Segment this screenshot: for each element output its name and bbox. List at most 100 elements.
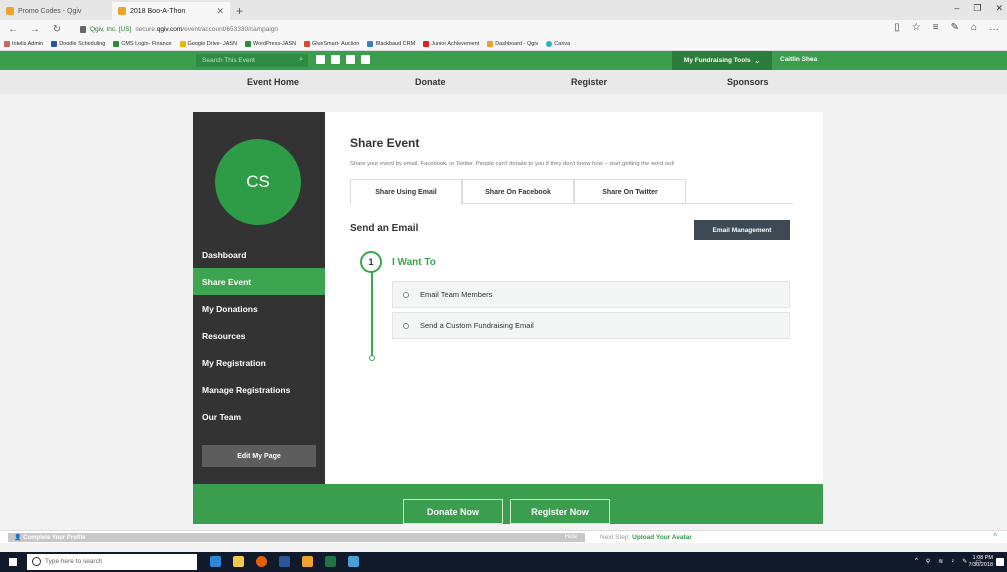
reading-view-icon[interactable]: ▯ (894, 22, 900, 33)
lock-icon (80, 25, 86, 33)
chevron-up-icon[interactable]: ^ (915, 558, 918, 565)
favorite-link[interactable]: Canva (546, 41, 570, 47)
edit-my-page-button[interactable]: Edit My Page (202, 445, 316, 467)
bookmark-icon (245, 41, 252, 47)
favorite-link[interactable]: WordPress-JASN (245, 41, 296, 47)
bookmark-icon (4, 41, 10, 47)
sidebar-menu: Dashboard Share Event My Donations Resou… (193, 241, 325, 430)
qgiv-favicon-icon (6, 7, 14, 15)
avatar[interactable]: CS (215, 139, 301, 225)
browser-tab-label: 2018 Boo-A-Thon (130, 7, 186, 15)
favorite-star-icon[interactable]: ☆ (912, 22, 921, 33)
bookmark-icon (304, 41, 311, 47)
file-explorer-icon[interactable] (233, 556, 244, 567)
cortana-icon (32, 557, 41, 566)
radio-icon[interactable] (403, 322, 409, 329)
sidebar-item-our-team[interactable]: Our Team (193, 403, 325, 430)
chevron-down-icon: ⌄ (754, 57, 761, 65)
facebook-icon[interactable] (316, 55, 325, 64)
browser-tab-label: Promo Codes - Qgiv (18, 7, 82, 15)
share-icon[interactable]: ⌂ (971, 22, 977, 33)
new-tab-button[interactable]: + (230, 2, 249, 20)
nav-donate[interactable]: Donate (415, 77, 446, 87)
tab-share-facebook[interactable]: Share On Facebook (462, 179, 574, 204)
windows-start-icon[interactable] (9, 558, 17, 566)
network-icon[interactable]: ⚲ (926, 558, 930, 565)
sidebar-item-my-registration[interactable]: My Registration (193, 349, 325, 376)
notification-icon[interactable] (996, 558, 1004, 566)
refresh-icon[interactable]: ↻ (52, 24, 62, 35)
more-icon[interactable]: … (989, 22, 999, 33)
favorite-link[interactable]: Intelis Admin (4, 41, 43, 47)
sidebar-item-dashboard[interactable]: Dashboard (193, 241, 325, 268)
bookmark-icon (367, 41, 374, 47)
bookmark-icon (51, 41, 58, 47)
instagram-icon[interactable] (361, 55, 370, 64)
minimize-icon[interactable]: – (954, 3, 959, 14)
favorite-link[interactable]: Google Drive- JASN (179, 41, 237, 47)
taskbar-search-input[interactable]: Type here to search (27, 554, 197, 570)
favorite-link[interactable]: Doodle Scheduling (51, 41, 105, 47)
radio-icon[interactable] (403, 291, 409, 298)
chevron-up-icon[interactable]: ^ (993, 532, 997, 541)
user-name-link[interactable]: Caitlin Shea (780, 56, 817, 63)
favorite-link[interactable]: Junior Achievement (423, 41, 479, 47)
forward-icon[interactable]: → (30, 24, 40, 35)
url-path: /event/account/653330/campaign (182, 25, 279, 33)
close-tab-icon[interactable]: ✕ (216, 6, 224, 17)
hide-profile-bar-link[interactable]: Hide (565, 534, 577, 540)
main-content: Share Event Share your event by email, F… (325, 112, 823, 484)
pen-icon[interactable]: ✎ (962, 558, 967, 565)
browser-tab-active[interactable]: 2018 Boo-A-Thon ✕ (112, 2, 230, 20)
youtube-icon[interactable] (346, 55, 355, 64)
volume-icon[interactable]: ♪ (951, 558, 954, 565)
favorite-link[interactable]: CMS Login- Finance (113, 41, 172, 47)
step-number: 1 (360, 251, 382, 273)
event-search-input[interactable]: Search This Event ⌕ (196, 54, 308, 67)
people-icon[interactable] (348, 556, 359, 567)
register-now-button[interactable]: Register Now (510, 499, 610, 524)
favorite-link[interactable]: GiveSmart- Auction (304, 41, 359, 47)
back-icon[interactable]: ← (8, 24, 18, 35)
nav-register[interactable]: Register (571, 77, 607, 87)
twitter-icon[interactable] (331, 55, 340, 64)
url-host: qgiv.com (156, 25, 183, 33)
notes-icon[interactable]: ✎ (951, 22, 959, 33)
sidebar-item-share-event[interactable]: Share Event (193, 268, 325, 295)
search-icon[interactable]: ⌕ (299, 56, 303, 64)
share-tabs: Share Using Email Share On Facebook Shar… (350, 179, 793, 205)
edge-icon[interactable] (210, 556, 221, 567)
favorites-bar: Intelis Admin Doodle Scheduling CMS Logi… (0, 38, 1007, 51)
favorite-link[interactable]: Dashboard - Qgiv (487, 41, 538, 47)
close-window-icon[interactable]: ✕ (995, 3, 1003, 14)
fundraising-tools-menu[interactable]: My Fundraising Tools ⌄ (672, 51, 772, 70)
firefox-icon[interactable] (256, 556, 267, 567)
sidebar-item-resources[interactable]: Resources (193, 322, 325, 349)
excel-icon[interactable] (325, 556, 336, 567)
option-label: Send a Custom Fundraising Email (420, 321, 534, 330)
email-management-button[interactable]: Email Management (694, 220, 790, 240)
address-bar: ← → ↻ Qgiv, Inc. [US] secure.qgiv.com/ev… (0, 20, 1007, 38)
donate-now-button[interactable]: Donate Now (403, 499, 503, 524)
favorite-link[interactable]: Blackbaud CRM (367, 41, 415, 47)
nav-event-home[interactable]: Event Home (247, 77, 299, 87)
wifi-icon[interactable]: ≋ (938, 558, 943, 565)
taskbar-clock[interactable]: 1:08 PM 7/30/2018 (969, 555, 993, 569)
tab-share-twitter[interactable]: Share On Twitter (574, 179, 686, 204)
upload-avatar-link[interactable]: Upload Your Avatar (632, 534, 692, 541)
browser-tab[interactable]: Promo Codes - Qgiv (0, 2, 112, 20)
restore-icon[interactable]: ❐ (973, 3, 981, 14)
bookmark-icon (487, 41, 494, 47)
sidebar-item-my-donations[interactable]: My Donations (193, 295, 325, 322)
hub-icon[interactable]: ≡ (933, 22, 939, 33)
word-icon[interactable] (279, 556, 290, 567)
nav-sponsors[interactable]: Sponsors (727, 77, 769, 87)
windows-taskbar: Type here to search ^ ⚲ ≋ ♪ ✎ ▭ 1:08 PM … (0, 552, 1007, 572)
site-nav: Event Home Donate Register Sponsors (0, 70, 1007, 94)
sidebar-item-manage-registrations[interactable]: Manage Registrations (193, 376, 325, 403)
option-custom-fundraising-email[interactable]: Send a Custom Fundraising Email (392, 312, 790, 339)
option-email-team-members[interactable]: Email Team Members (392, 281, 790, 308)
tab-share-email[interactable]: Share Using Email (350, 179, 462, 205)
url-field[interactable]: Qgiv, Inc. [US] secure.qgiv.com/event/ac… (80, 25, 279, 33)
qgiv-icon[interactable] (302, 556, 313, 567)
